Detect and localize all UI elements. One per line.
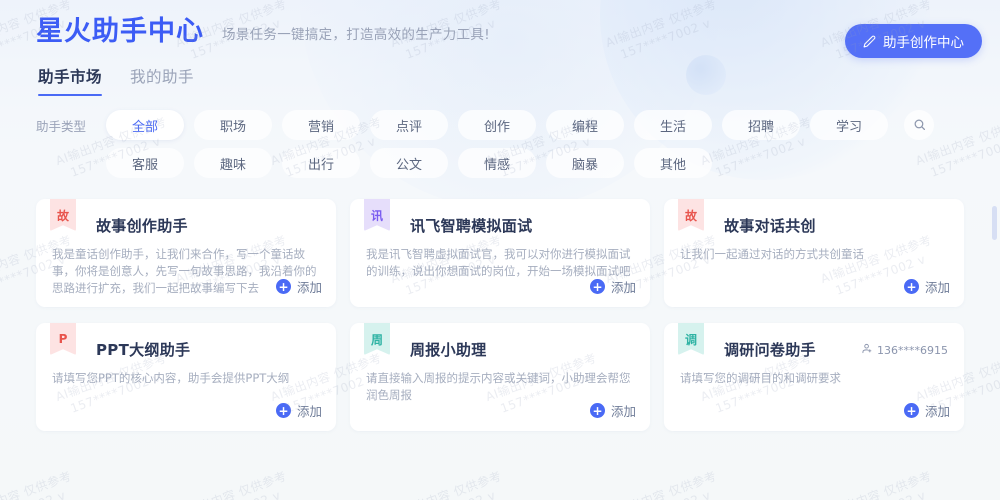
assistant-card[interactable]: 调 调研问卷助手 136****6915 请填写您的调研目的和调研要求 + 添加 xyxy=(664,323,964,431)
assistant-card[interactable]: 讯 讯飞智聘模拟面试 我是讯飞智聘虚拟面试官，我可以对你进行模拟面试的训练，说出… xyxy=(350,199,650,307)
tab-bar: 助手市场 我的助手 xyxy=(36,65,1000,96)
filter-category-label: 助手类型 xyxy=(36,116,96,135)
plus-icon: + xyxy=(590,403,605,418)
watermark-text: AI输出内容 仅供参考157****7002 v xyxy=(818,467,939,500)
assistant-badge-icon: P xyxy=(50,323,76,355)
assistant-card[interactable]: P PPT大纲助手 请填写您PPT的核心内容，助手会提供PPT大纲 + 添加 xyxy=(36,323,336,431)
watermark-text: AI输出内容 仅供参考157****7002 v xyxy=(173,467,294,500)
assistant-description: 请直接输入周报的提示内容或关键词，小助理会帮您润色周报 xyxy=(366,370,634,404)
add-assistant-button[interactable]: + 添加 xyxy=(276,401,322,420)
search-button[interactable] xyxy=(904,110,934,140)
assistant-title: 周报小助理 xyxy=(410,337,634,363)
watermark-text: AI输出内容 仅供参考157****7002 v xyxy=(388,467,509,500)
filter-row-1: 助手类型 全部 职场 营销 点评 创作 编程 生活 招聘 学习 xyxy=(36,110,964,140)
filter-chip-other[interactable]: 其他 xyxy=(634,148,712,178)
page-header: 星火助手中心 场景任务一键搞定，打造高效的生产力工具! 助手创作中心 助手市场 … xyxy=(0,0,1000,96)
assistant-card[interactable]: 周 周报小助理 请直接输入周报的提示内容或关键词，小助理会帮您润色周报 + 添加 xyxy=(350,323,650,431)
filter-row-2: 客服 趣味 出行 公文 情感 脑暴 其他 xyxy=(36,148,964,178)
assistant-badge-icon: 讯 xyxy=(364,199,390,231)
assistant-badge-icon: 故 xyxy=(678,199,704,231)
filter-chip-travel[interactable]: 出行 xyxy=(282,148,360,178)
assistant-card-grid: 故 故事创作助手 我是童话创作助手，让我们来合作，写一个童话故事，你将是创意人，… xyxy=(0,186,1000,431)
add-assistant-label: 添加 xyxy=(611,401,636,420)
add-assistant-button[interactable]: + 添加 xyxy=(590,401,636,420)
assistant-title: 讯飞智聘模拟面试 xyxy=(410,213,634,239)
filter-chip-service[interactable]: 客服 xyxy=(106,148,184,178)
add-assistant-label: 添加 xyxy=(925,277,950,296)
create-assistant-label: 助手创作中心 xyxy=(883,31,964,51)
plus-icon: + xyxy=(590,279,605,294)
assistant-badge-icon: 调 xyxy=(678,323,704,355)
assistant-card[interactable]: 故 故事创作助手 我是童话创作助手，让我们来合作，写一个童话故事，你将是创意人，… xyxy=(36,199,336,307)
watermark-text: AI输出内容 仅供参考157****7002 v xyxy=(603,467,724,500)
filter-chip-all[interactable]: 全部 xyxy=(106,110,184,140)
add-assistant-label: 添加 xyxy=(611,277,636,296)
filter-chip-coding[interactable]: 编程 xyxy=(546,110,624,140)
add-assistant-button[interactable]: + 添加 xyxy=(904,401,950,420)
filter-chip-document[interactable]: 公文 xyxy=(370,148,448,178)
vertical-scrollbar[interactable] xyxy=(992,206,997,496)
assistant-description: 请填写您的调研目的和调研要求 xyxy=(680,370,948,387)
assistant-card[interactable]: 故 故事对话共创 让我们一起通过对话的方式共创童话 + 添加 xyxy=(664,199,964,307)
plus-icon: + xyxy=(904,403,919,418)
assistant-badge-icon: 周 xyxy=(364,323,390,355)
create-assistant-button[interactable]: 助手创作中心 xyxy=(845,24,982,58)
plus-icon: + xyxy=(276,279,291,294)
assistant-title: 故事创作助手 xyxy=(96,213,320,239)
assistant-title: 故事对话共创 xyxy=(724,213,948,239)
filter-chip-study[interactable]: 学习 xyxy=(810,110,888,140)
plus-icon: + xyxy=(904,279,919,294)
scrollbar-thumb[interactable] xyxy=(992,206,997,240)
page-title: 星火助手中心 xyxy=(36,18,204,45)
user-icon xyxy=(862,343,873,357)
add-assistant-label: 添加 xyxy=(297,401,322,420)
add-assistant-label: 添加 xyxy=(297,277,322,296)
filter-chip-workplace[interactable]: 职场 xyxy=(194,110,272,140)
watermark-text: AI输出内容 仅供参考157****7002 v xyxy=(0,467,79,500)
filter-chip-life[interactable]: 生活 xyxy=(634,110,712,140)
page-subtitle: 场景任务一键搞定，打造高效的生产力工具! xyxy=(222,23,490,45)
tab-my-assistants[interactable]: 我的助手 xyxy=(130,65,194,96)
filter-chip-recruit[interactable]: 招聘 xyxy=(722,110,800,140)
assistant-center-page: 星火助手中心 场景任务一键搞定，打造高效的生产力工具! 助手创作中心 助手市场 … xyxy=(0,0,1000,500)
filter-chip-marketing[interactable]: 营销 xyxy=(282,110,360,140)
add-assistant-button[interactable]: + 添加 xyxy=(904,277,950,296)
assistant-title: PPT大纲助手 xyxy=(96,337,320,363)
assistant-description: 请填写您PPT的核心内容，助手会提供PPT大纲 xyxy=(52,370,320,387)
assistant-description: 我是讯飞智聘虚拟面试官，我可以对你进行模拟面试的训练，说出你想面试的岗位，开始一… xyxy=(366,246,634,280)
add-assistant-button[interactable]: + 添加 xyxy=(590,277,636,296)
filter-chip-brainstorm[interactable]: 脑暴 xyxy=(546,148,624,178)
assistant-owner: 136****6915 xyxy=(862,343,948,357)
filter-chip-emotion[interactable]: 情感 xyxy=(458,148,536,178)
search-icon xyxy=(913,116,926,135)
tab-assistant-market[interactable]: 助手市场 xyxy=(38,65,102,96)
assistant-owner-phone: 136****6915 xyxy=(877,344,948,357)
add-assistant-button[interactable]: + 添加 xyxy=(276,277,322,296)
plus-icon: + xyxy=(276,403,291,418)
filter-chip-review[interactable]: 点评 xyxy=(370,110,448,140)
pencil-icon xyxy=(863,35,876,48)
add-assistant-label: 添加 xyxy=(925,401,950,420)
filter-chip-creation[interactable]: 创作 xyxy=(458,110,536,140)
assistant-badge-icon: 故 xyxy=(50,199,76,231)
filter-chip-fun[interactable]: 趣味 xyxy=(194,148,272,178)
assistant-description: 让我们一起通过对话的方式共创童话 xyxy=(680,246,948,263)
filter-section: 助手类型 全部 职场 营销 点评 创作 编程 生活 招聘 学习 客服 趣味 xyxy=(0,96,1000,178)
